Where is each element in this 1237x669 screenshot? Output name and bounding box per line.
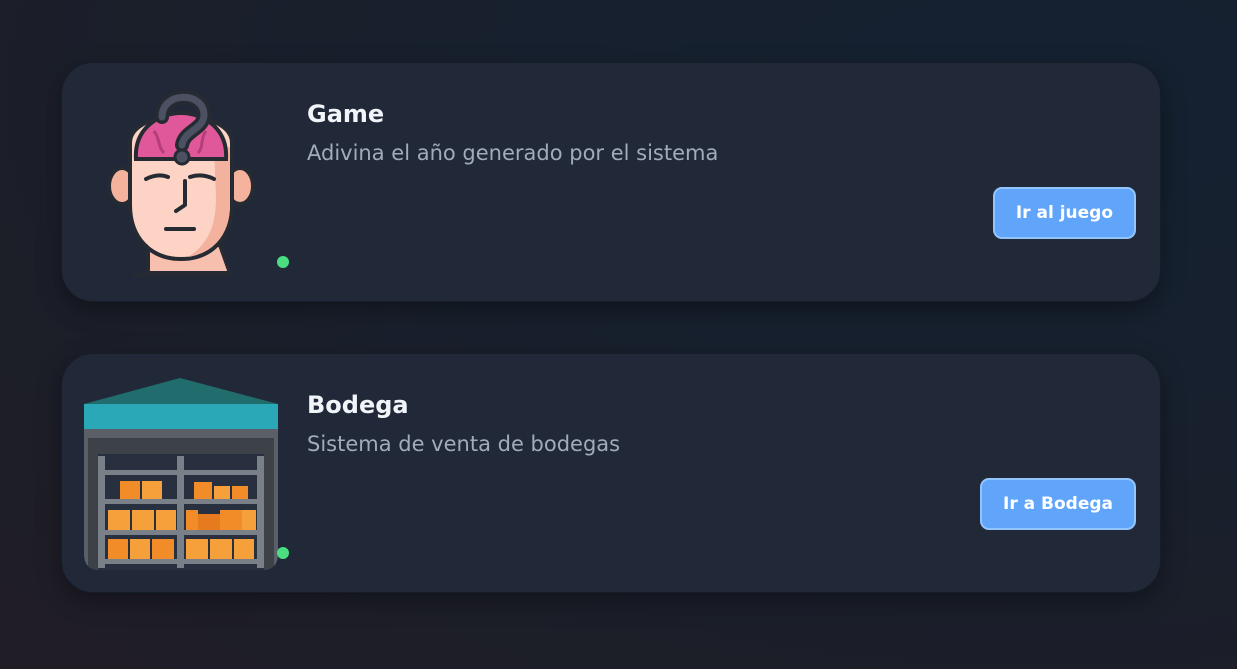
status-online-indicator — [277, 256, 289, 268]
card-bodega: Bodega Sistema de venta de bodegas Ir a … — [61, 353, 1161, 593]
card-game: Game Adivina el año generado por el sist… — [61, 62, 1161, 302]
go-to-bodega-button[interactable]: Ir a Bodega — [980, 478, 1136, 530]
card-title: Bodega — [307, 391, 409, 419]
card-title: Game — [307, 100, 385, 128]
card-description: Sistema de venta de bodegas — [307, 432, 621, 456]
status-online-indicator — [277, 547, 289, 559]
thinking-head-icon — [84, 87, 278, 279]
go-to-game-button[interactable]: Ir al juego — [992, 187, 1136, 239]
warehouse-icon — [84, 378, 278, 570]
card-description: Adivina el año generado por el sistema — [307, 141, 719, 165]
